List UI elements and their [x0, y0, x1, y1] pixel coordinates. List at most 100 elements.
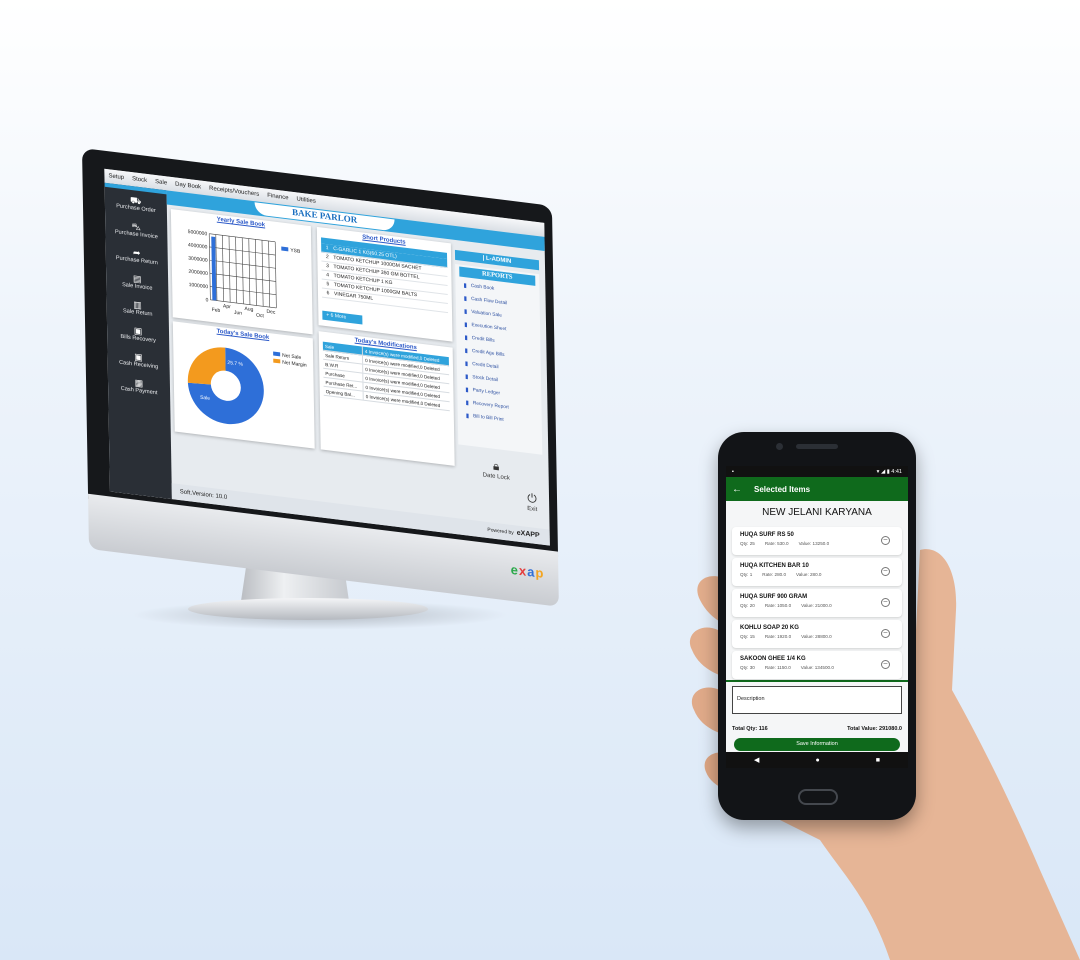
grid-line [228, 236, 231, 303]
list-item[interactable]: HUQA SURF 900 GRAM Qty: 20 Rate: 1050.0 Va… [732, 589, 902, 617]
sidebar: ⛟ Purchase Order ⛍ Purchase Invoice ➦ Purch… [104, 182, 172, 500]
desktop-screen: Setup Stock Sale Day Book Receipts/Vouch… [104, 168, 550, 546]
report-doc-icon: ▮ [464, 335, 468, 342]
grid-line [274, 241, 277, 308]
powered-by: Powered by eXAPP [487, 526, 540, 540]
legend-swatch [281, 246, 289, 252]
android-nav-bar: ◀ ● ■ [726, 752, 908, 768]
legend-swatch [273, 351, 281, 357]
report-doc-icon: ▮ [464, 322, 468, 329]
back-arrow-icon[interactable]: ← [732, 484, 742, 495]
x-tick-label: Aug [244, 306, 253, 313]
report-doc-icon: ▮ [463, 309, 468, 316]
yearly-sale-panel: Yearly Sale Book 0 1000000 2000000 3000000 4… [170, 208, 313, 335]
nav-recents-icon[interactable]: ■ [876, 757, 880, 764]
legend-label: YSB [290, 248, 301, 255]
report-doc-icon: ▮ [463, 282, 467, 290]
x-tick-label: Jun [234, 310, 242, 317]
menu-setup[interactable]: Setup [108, 173, 124, 181]
power-icon: ⏻ [527, 490, 537, 507]
report-doc-icon: ▮ [464, 361, 469, 368]
mobile-app-bar: ← Selected Items [726, 477, 908, 501]
x-tick-label: Apr [223, 303, 231, 310]
remove-item-icon[interactable]: – [881, 660, 890, 669]
report-doc-icon: ▮ [465, 374, 469, 381]
exapp-logo: exap [510, 561, 545, 581]
selected-items-list: HUQA SURF RS 50 Qty: 25 Rate: 530.0 Value:… [726, 523, 908, 679]
mobile-status-bar: ▪ ▾ ◢ ▮ 4:41 [726, 466, 908, 477]
grid-line [235, 236, 238, 304]
grid-line [255, 239, 257, 306]
today-sale-chart: Sale 25.7 % Net Sale Net Margin [181, 334, 315, 440]
y-tick-label: 0 [206, 297, 209, 303]
report-doc-icon: ▮ [465, 413, 470, 420]
date-lock-button[interactable]: 🔒︎ Date Lock [482, 457, 510, 482]
save-information-button[interactable]: Save Information [734, 738, 900, 751]
mobile-title: Selected Items [754, 484, 811, 494]
nav-home-icon[interactable]: ● [815, 757, 819, 764]
yearly-sale-bar-chart: 010000002000000300000040000005000000FebA… [188, 229, 301, 319]
grid-line [261, 240, 264, 307]
grid-line [248, 238, 251, 305]
report-doc-icon: ▮ [465, 400, 469, 407]
description-section: Description [726, 680, 908, 718]
list-item[interactable]: HUQA SURF RS 50 Qty: 25 Rate: 530.0 Value:… [732, 527, 902, 555]
home-button[interactable] [798, 789, 838, 805]
today-sale-donut-chart: Sale25.7 %Net SaleNet Margin [187, 347, 307, 425]
exit-button[interactable]: ⏻ Exit [527, 491, 537, 513]
x-tick-label: Oct [256, 312, 264, 319]
status-time: 4:41 [891, 468, 902, 475]
remove-item-icon[interactable]: – [881, 629, 890, 638]
phone-speaker [796, 444, 838, 449]
short-products-panel: Short Products 1 C-GARLIC 1 KG(60.25 OTL)… [316, 226, 453, 342]
more-products-button[interactable]: + 6 More [322, 310, 363, 325]
version-label: Soft.Version: 10.0 [179, 489, 228, 501]
grid-line [241, 237, 244, 304]
monitor-stand-base [188, 598, 428, 620]
total-qty: Total Qty: 116 [732, 726, 768, 732]
today-sale-panel: Today's Sale Book Sale 25.7 % Net Sale Net … [172, 321, 315, 449]
list-item[interactable]: HUQA KITCHEN BAR 10 Qty: 1 Rate: 280.0 Val… [732, 558, 902, 586]
y-tick-label: 5000000 [188, 229, 208, 237]
shop-name: NEW JELANI KARYANA [762, 507, 872, 518]
x-tick-label: Dec [266, 309, 275, 316]
notification-icon: ▪ [732, 468, 734, 475]
totals-row: Total Qty: 116 Total Value: 291080.0 [726, 718, 908, 736]
total-value: Total Value: 291080.0 [847, 726, 902, 732]
modifications-panel: Today's Modifications Sale 4 Invoice(s) w… [318, 331, 455, 466]
menu-stock[interactable]: Stock [132, 176, 147, 184]
remove-item-icon[interactable]: – [881, 536, 890, 545]
desktop-monitor: Setup Stock Sale Day Book Receipts/Vouch… [82, 148, 589, 620]
signal-icon: ▾ ◢ ▮ [876, 468, 892, 475]
menu-day-book[interactable]: Day Book [175, 181, 201, 190]
list-item[interactable]: SAKOON GHEE 1/4 KG Qty: 30 Rate: 1150.0 Va… [732, 651, 902, 679]
description-field[interactable]: Description [732, 686, 902, 714]
bar [211, 236, 217, 301]
y-tick-label: 2000000 [188, 269, 208, 277]
menu-sale[interactable]: Sale [155, 179, 167, 186]
x-tick-label: Feb [212, 307, 221, 314]
y-tick-label: 3000000 [188, 256, 208, 264]
y-tick-label: 4000000 [188, 242, 208, 250]
front-camera [776, 443, 783, 450]
report-doc-icon: ▮ [464, 348, 469, 355]
grid-line [208, 233, 211, 300]
report-doc-icon: ▮ [465, 387, 469, 394]
grid-line [222, 235, 224, 302]
pie-slice [187, 347, 226, 385]
report-doc-icon: ▮ [463, 295, 468, 303]
slice-label: Sale [200, 395, 210, 402]
y-tick-label: 1000000 [189, 282, 209, 290]
mobile-phone: ▪ ▾ ◢ ▮ 4:41 ← Selected Items NEW JELANI… [718, 432, 916, 820]
menu-utilities[interactable]: Utilities [296, 196, 315, 204]
powered-brand: eXAPP [516, 529, 540, 540]
menu-finance[interactable]: Finance [267, 193, 288, 202]
nav-back-icon[interactable]: ◀ [754, 756, 759, 764]
legend-swatch [273, 358, 281, 364]
grid-line [268, 240, 271, 308]
legend-label: Net Margin [282, 360, 307, 369]
remove-item-icon[interactable]: – [881, 567, 890, 576]
remove-item-icon[interactable]: – [881, 598, 890, 607]
list-item[interactable]: KOHLU SOAP 20 KG Qty: 15 Rate: 1920.0 Valu… [732, 620, 902, 648]
monitor-bezel: Setup Stock Sale Day Book Receipts/Vouch… [82, 148, 559, 557]
